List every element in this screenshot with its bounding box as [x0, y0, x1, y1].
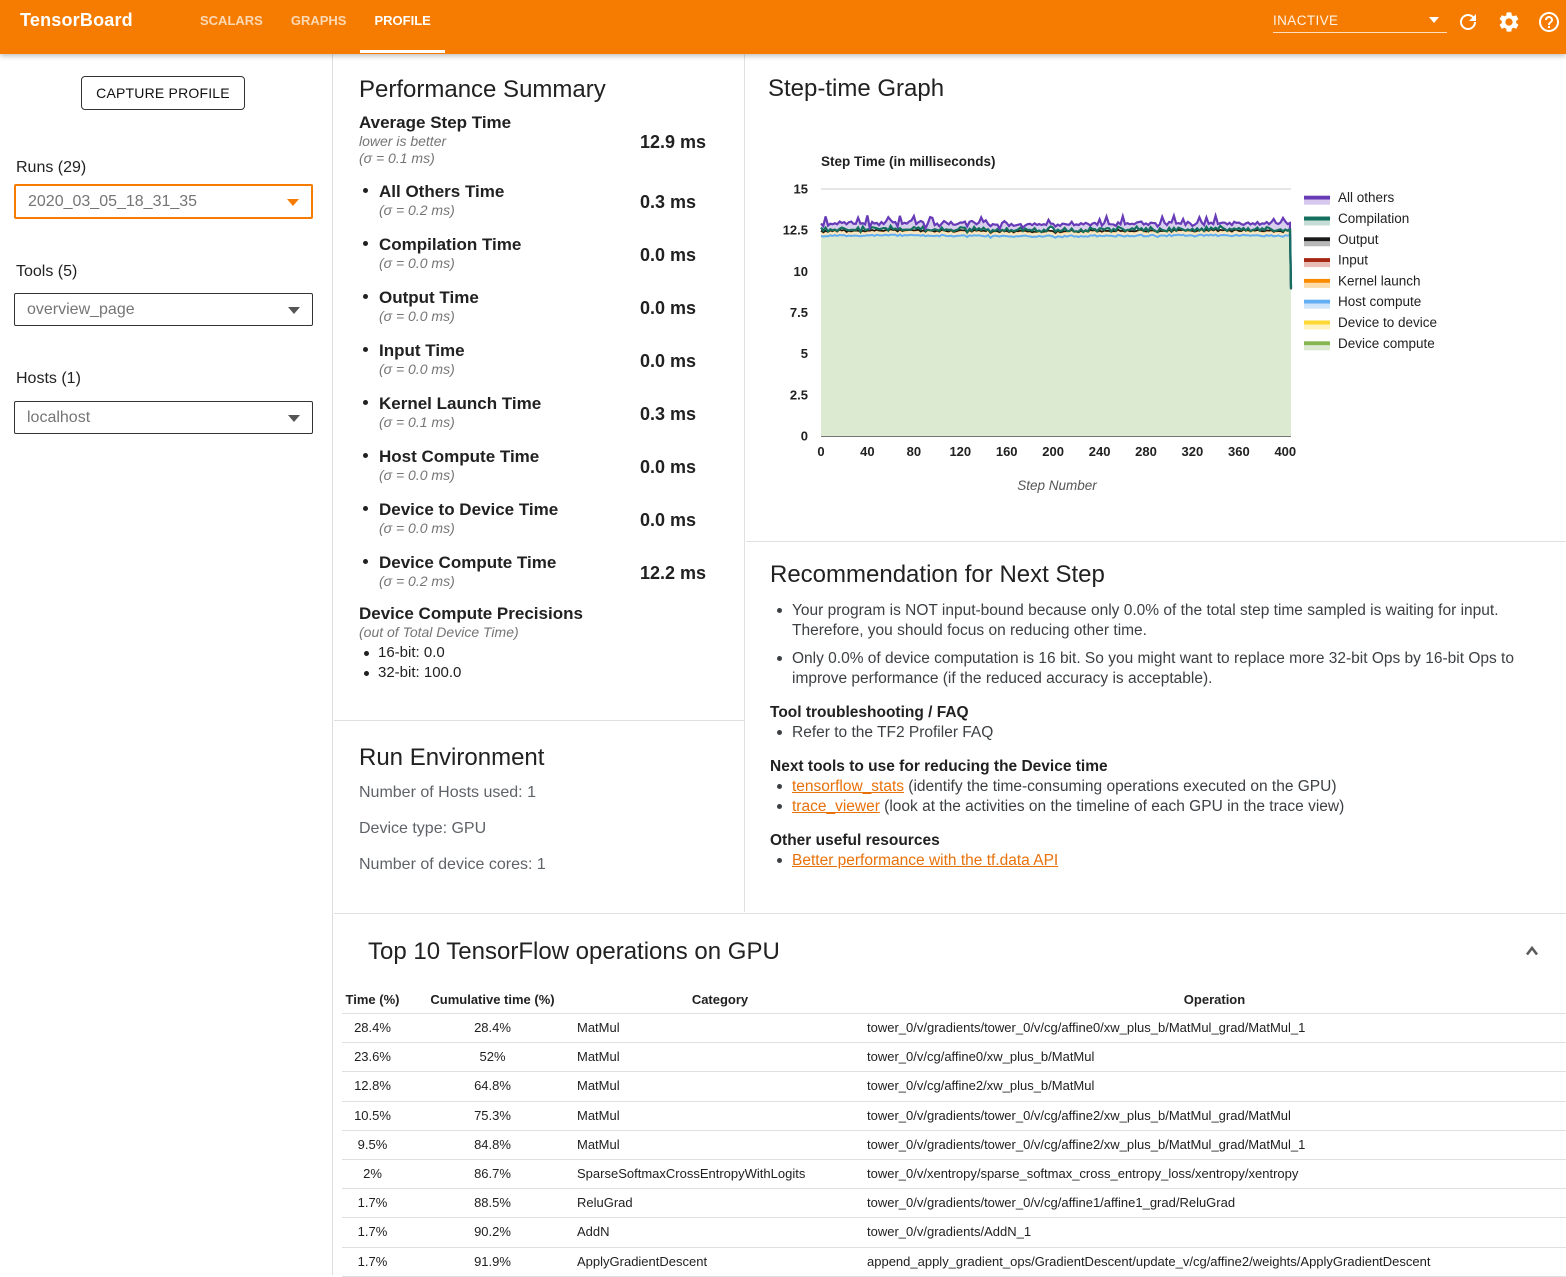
- svg-text:Input: Input: [1338, 253, 1368, 268]
- svg-text:Step Number: Step Number: [1017, 478, 1097, 493]
- svg-text:Device compute: Device compute: [1338, 336, 1435, 351]
- svg-text:Output: Output: [1338, 232, 1379, 247]
- svg-text:Kernel launch: Kernel launch: [1338, 273, 1421, 288]
- svg-text:5: 5: [801, 346, 808, 361]
- svg-text:2.5: 2.5: [790, 387, 808, 402]
- svg-text:12.5: 12.5: [783, 223, 808, 238]
- svg-text:280: 280: [1135, 444, 1157, 459]
- svg-text:40: 40: [860, 444, 874, 459]
- svg-text:10: 10: [794, 264, 808, 279]
- svg-text:0: 0: [801, 429, 808, 444]
- svg-text:Compilation: Compilation: [1338, 211, 1409, 226]
- svg-text:Host compute: Host compute: [1338, 294, 1421, 309]
- svg-text:160: 160: [996, 444, 1018, 459]
- svg-text:7.5: 7.5: [790, 305, 808, 320]
- svg-text:360: 360: [1228, 444, 1250, 459]
- svg-text:0: 0: [817, 444, 824, 459]
- svg-text:200: 200: [1042, 444, 1064, 459]
- svg-text:120: 120: [949, 444, 971, 459]
- svg-text:15: 15: [794, 182, 808, 197]
- svg-text:Step Time (in milliseconds): Step Time (in milliseconds): [821, 154, 996, 169]
- svg-text:320: 320: [1182, 444, 1204, 459]
- svg-text:240: 240: [1089, 444, 1111, 459]
- svg-text:Device to device: Device to device: [1338, 315, 1437, 330]
- svg-text:80: 80: [907, 444, 921, 459]
- svg-text:All others: All others: [1338, 190, 1395, 205]
- svg-text:400: 400: [1274, 444, 1296, 459]
